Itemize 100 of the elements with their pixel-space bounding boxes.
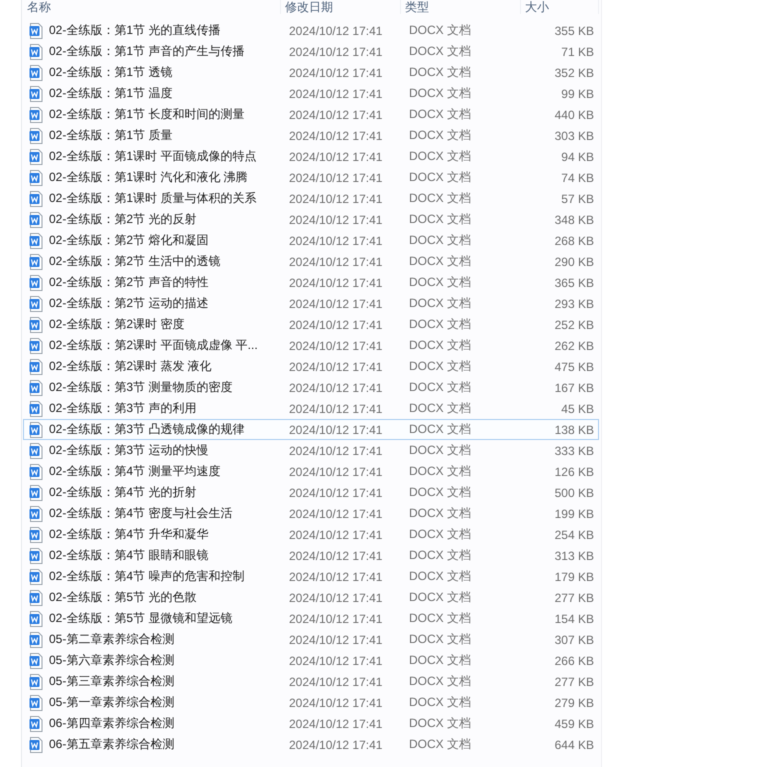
word-document-icon [29,148,43,164]
file-size: 74 KB [560,170,594,184]
file-row[interactable]: 02-全练版：第3节 凸透镜成像的规律 2024/10/12 17:41 DOCX 文档 138 KB [23,419,599,440]
file-row[interactable]: 02-全练版：第2节 声音的特性 2024/10/12 17:41 DOCX 文档 365 KB [23,272,599,293]
file-row[interactable]: 02-全练版：第3节 运动的快慢 2024/10/12 17:41 DOCX 文档 333 KB [23,440,599,461]
modified-date: 2024/10/12 17:41 [289,276,384,290]
file-row[interactable]: 05-第二章素养综合检测 2024/10/12 17:41 DOCX 文档 307 KB [23,629,599,650]
file-type: DOCX 文档 [409,127,472,144]
file-type: DOCX 文档 [409,421,472,438]
modified-date: 2024/10/12 17:41 [289,192,384,206]
file-size: 199 KB [554,506,594,520]
file-row[interactable]: 02-全练版：第4节 噪声的危害和控制 2024/10/12 17:41 DOCX 文档 179 KB [23,566,599,587]
file-size: 167 KB [554,380,594,394]
file-row[interactable]: 02-全练版：第1课时 平面镜成像的特点 2024/10/12 17:41 DOCX 文档 94 KB [23,146,599,167]
file-row[interactable]: 02-全练版：第4节 升华和凝华 2024/10/12 17:41 DOCX 文档 254 KB [23,524,599,545]
file-name: 02-全练版：第3节 运动的快慢 [49,442,210,459]
file-row[interactable]: 02-全练版：第2节 熔化和凝固 2024/10/12 17:41 DOCX 文档 268 KB [23,230,599,251]
word-document-icon [29,674,43,690]
file-row[interactable]: 02-全练版：第5节 光的色散 2024/10/12 17:41 DOCX 文档 277 KB [23,587,599,608]
file-row[interactable]: 02-全练版：第2节 光的反射 2024/10/12 17:41 DOCX 文档 348 KB [23,209,599,230]
file-name: 02-全练版：第1节 长度和时间的测量 [49,106,246,123]
modified-date: 2024/10/12 17:41 [289,528,384,542]
word-document-icon [29,526,43,542]
file-size: 138 KB [554,422,594,436]
file-type: DOCX 文档 [409,715,472,732]
modified-date: 2024/10/12 17:41 [289,170,384,184]
file-type: DOCX 文档 [409,673,472,690]
file-row[interactable]: 02-全练版：第4节 眼睛和眼镜 2024/10/12 17:41 DOCX 文档 313 KB [23,545,599,566]
file-row[interactable]: 05-第三章素养综合检测 2024/10/12 17:41 DOCX 文档 277 KB [23,671,599,692]
file-row[interactable]: 02-全练版：第1节 温度 2024/10/12 17:41 DOCX 文档 99 KB [23,83,599,104]
file-name: 05-第六章素养综合检测 [49,652,176,669]
file-size: 352 KB [554,66,594,80]
file-row[interactable]: 02-全练版：第2课时 平面镜成虚像 平... 2024/10/12 17:41 DOCX 文档 262 KB [23,335,599,356]
word-document-icon [29,464,43,480]
file-row[interactable]: 02-全练版：第1节 透镜 2024/10/12 17:41 DOCX 文档 352 KB [23,62,599,83]
modified-date: 2024/10/12 17:41 [289,486,384,500]
file-row[interactable]: 02-全练版：第1节 光的直线传播 2024/10/12 17:41 DOCX 文档 355 KB [23,20,599,41]
file-size: 126 KB [554,464,594,478]
file-name: 02-全练版：第5节 光的色散 [49,589,198,606]
file-size: 252 KB [554,318,594,332]
file-row[interactable]: 02-全练版：第1节 长度和时间的测量 2024/10/12 17:41 DOCX 文档 440 KB [23,104,599,125]
file-name: 02-全练版：第4节 测量平均速度 [49,463,222,480]
file-row[interactable]: 02-全练版：第2课时 密度 2024/10/12 17:41 DOCX 文档 252 KB [23,314,599,335]
file-row[interactable]: 06-第四章素养综合检测 2024/10/12 17:41 DOCX 文档 459 KB [23,713,599,734]
file-row[interactable]: 02-全练版：第3节 声的利用 2024/10/12 17:41 DOCX 文档 45 KB [23,398,599,419]
file-type: DOCX 文档 [409,736,472,753]
column-header[interactable]: 大小 [521,0,599,14]
file-row[interactable]: 02-全练版：第2节 生活中的透镜 2024/10/12 17:41 DOCX 文档 290 KB [23,251,599,272]
file-type: DOCX 文档 [409,379,472,396]
modified-date: 2024/10/12 17:41 [289,150,384,164]
file-row[interactable]: 02-全练版：第1课时 汽化和液化 沸腾 2024/10/12 17:41 DOCX 文档 74 KB [23,167,599,188]
file-name: 02-全练版：第1课时 汽化和液化 沸腾 [49,169,249,186]
modified-date: 2024/10/12 17:41 [289,234,384,248]
column-header[interactable]: 名称 [23,0,281,14]
file-name: 02-全练版：第1课时 平面镜成像的特点 [49,148,258,165]
file-type: DOCX 文档 [409,169,472,186]
file-type: DOCX 文档 [409,85,472,102]
file-size: 365 KB [554,276,594,290]
file-row[interactable]: 02-全练版：第1节 质量 2024/10/12 17:41 DOCX 文档 303 KB [23,125,599,146]
modified-date: 2024/10/12 17:41 [289,590,384,604]
file-type: DOCX 文档 [409,106,472,123]
file-name: 06-第五章素养综合检测 [49,736,176,753]
file-name: 02-全练版：第2课时 密度 [49,316,186,333]
file-row[interactable]: 02-全练版：第3节 测量物质的密度 2024/10/12 17:41 DOCX 文档 167 KB [23,377,599,398]
file-type: DOCX 文档 [409,610,472,627]
file-type: DOCX 文档 [409,589,472,606]
column-header[interactable]: 类型 [401,0,521,14]
file-row[interactable]: 02-全练版：第2课时 蒸发 液化 2024/10/12 17:41 DOCX 文档 475 KB [23,356,599,377]
file-size: 459 KB [554,716,594,730]
file-type: DOCX 文档 [409,148,472,165]
file-row[interactable]: 05-第六章素养综合检测 2024/10/12 17:41 DOCX 文档 266 KB [23,650,599,671]
file-size: 303 KB [554,128,594,142]
column-header[interactable]: 修改日期 [281,0,401,14]
file-type: DOCX 文档 [409,64,472,81]
file-size: 268 KB [554,234,594,248]
file-row[interactable]: 02-全练版：第4节 密度与社会生活 2024/10/12 17:41 DOCX 文档 199 KB [23,503,599,524]
file-name: 06-第四章素养综合检测 [49,715,176,732]
file-size: 154 KB [554,612,594,626]
file-size: 262 KB [554,338,594,352]
file-type: DOCX 文档 [409,652,472,669]
file-row[interactable]: 02-全练版：第4节 测量平均速度 2024/10/12 17:41 DOCX 文档 126 KB [23,461,599,482]
file-name: 02-全练版：第2节 运动的描述 [49,295,210,312]
word-document-icon [29,316,43,332]
word-document-icon [29,632,43,648]
modified-date: 2024/10/12 17:41 [289,360,384,374]
word-document-icon [29,694,43,710]
file-row[interactable]: 02-全练版：第2节 运动的描述 2024/10/12 17:41 DOCX 文档 293 KB [23,293,599,314]
file-row[interactable]: 05-第一章素养综合检测 2024/10/12 17:41 DOCX 文档 279 KB [23,692,599,713]
modified-date: 2024/10/12 17:41 [289,44,384,58]
file-row[interactable]: 02-全练版：第1节 声音的产生与传播 2024/10/12 17:41 DOCX 文档 71 KB [23,41,599,62]
file-row[interactable]: 02-全练版：第5节 显微镜和望远镜 2024/10/12 17:41 DOCX 文档 154 KB [23,608,599,629]
file-size: 266 KB [554,654,594,668]
file-row[interactable]: 06-第五章素养综合检测 2024/10/12 17:41 DOCX 文档 644 KB [23,734,599,755]
file-name: 02-全练版：第2课时 蒸发 液化 [49,358,213,375]
file-size: 94 KB [560,150,594,164]
word-document-icon [29,652,43,668]
file-name: 02-全练版：第3节 测量物质的密度 [49,379,234,396]
file-row[interactable]: 02-全练版：第4节 光的折射 2024/10/12 17:41 DOCX 文档 500 KB [23,482,599,503]
file-row[interactable]: 02-全练版：第1课时 质量与体积的关系 2024/10/12 17:41 DOCX 文档 57 KB [23,188,599,209]
modified-date: 2024/10/12 17:41 [289,506,384,520]
